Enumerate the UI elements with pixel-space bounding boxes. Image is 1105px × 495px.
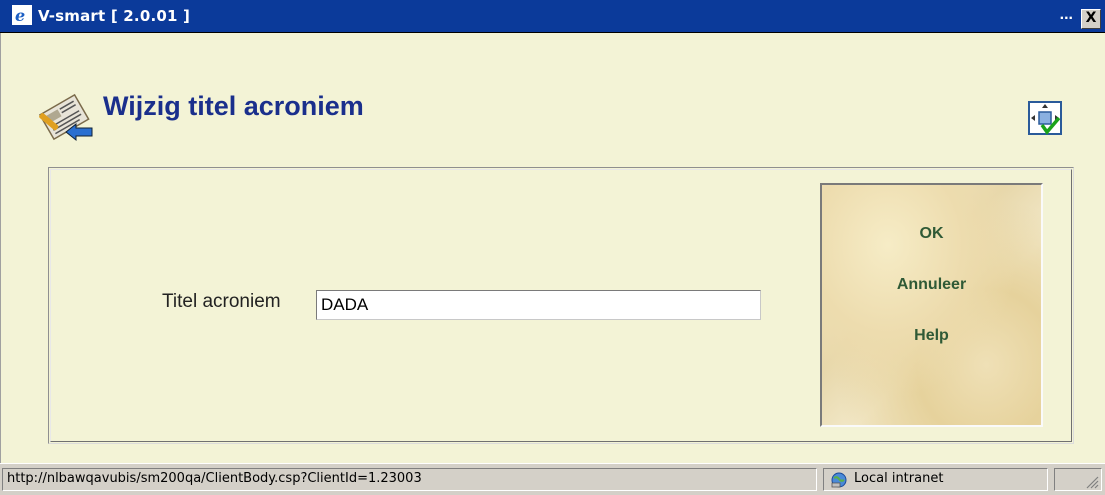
close-button[interactable]: X bbox=[1081, 9, 1101, 29]
page-title: Wijzig titel acroniem bbox=[103, 91, 364, 121]
status-zone: Local intranet bbox=[823, 468, 1048, 491]
titel-acroniem-label: Titel acroniem bbox=[162, 291, 281, 312]
annuleer-button[interactable]: Annuleer bbox=[822, 276, 1041, 294]
status-zone-label: Local intranet bbox=[854, 471, 944, 486]
move-confirm-icon[interactable] bbox=[1028, 101, 1062, 135]
resize-grip[interactable] bbox=[1054, 468, 1102, 491]
window-ellipsis: ... bbox=[1059, 6, 1073, 23]
intranet-globe-icon bbox=[831, 472, 847, 488]
button-box: OK Annuleer Help bbox=[820, 183, 1043, 427]
window-title: V-smart [ 2.0.01 ] bbox=[38, 7, 191, 25]
window-titlebar: e V-smart [ 2.0.01 ] ... X bbox=[0, 0, 1105, 33]
svg-text:e: e bbox=[15, 6, 25, 25]
status-url: http://nlbawqavubis/sm200qa/ClientBody.c… bbox=[2, 468, 817, 491]
status-bar: http://nlbawqavubis/sm200qa/ClientBody.c… bbox=[0, 463, 1105, 495]
resize-grip-icon bbox=[1086, 476, 1099, 489]
ie-icon: e bbox=[12, 5, 32, 25]
help-button[interactable]: Help bbox=[822, 327, 1041, 345]
titel-acroniem-input[interactable] bbox=[316, 290, 761, 320]
newspaper-edit-icon bbox=[38, 93, 93, 142]
ok-button[interactable]: OK bbox=[822, 225, 1041, 243]
